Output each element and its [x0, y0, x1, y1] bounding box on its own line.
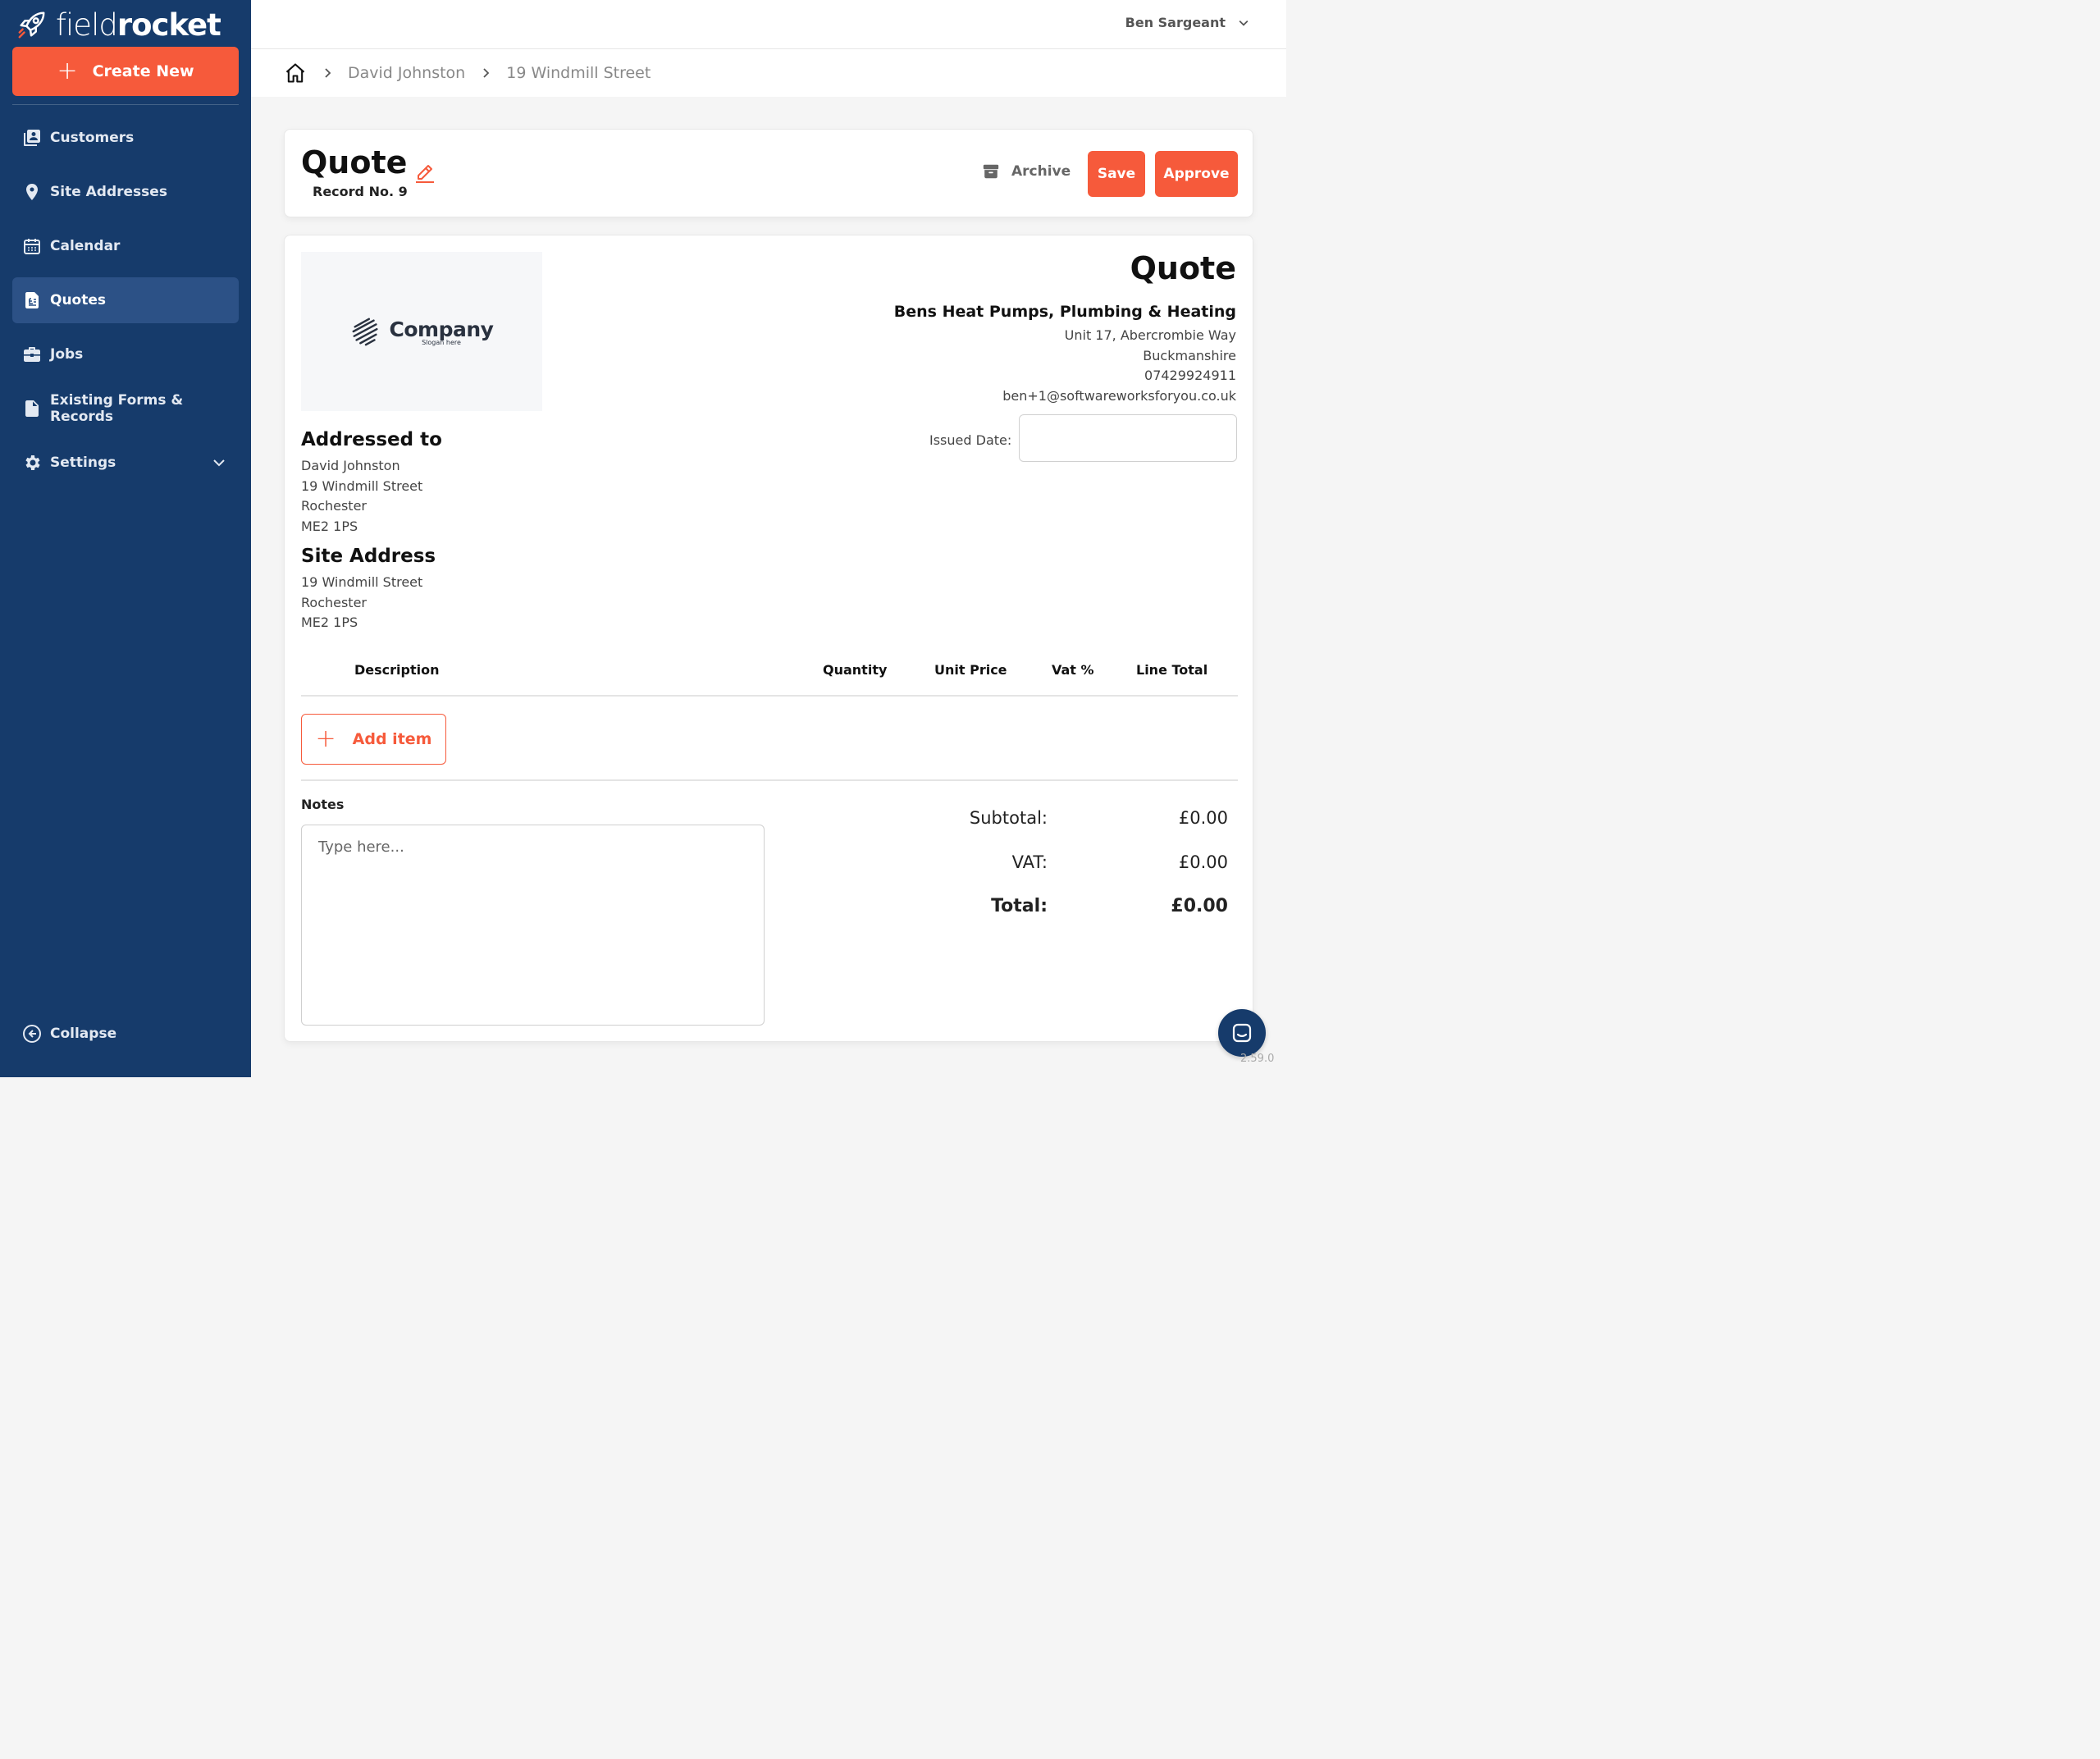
quote-document-card: Company Slogan here Quote Bens Heat Pump…	[284, 235, 1253, 1042]
business-county: Buckmanshire	[1143, 347, 1236, 363]
plus-icon: +	[315, 724, 336, 753]
sidebar-item-label: Existing Forms & Records	[50, 392, 184, 425]
sidebar-item-label: Settings	[50, 455, 116, 471]
site-address-line: 19 Windmill Street	[301, 574, 423, 590]
archive-label: Archive	[1011, 163, 1071, 180]
sidebar-item-label: Customers	[50, 130, 135, 146]
quote-document-icon	[25, 292, 39, 308]
user-menu[interactable]: Ben Sargeant	[1125, 15, 1250, 30]
brand-name: fieldrocket	[56, 7, 221, 43]
save-button[interactable]: Save	[1088, 151, 1145, 197]
plus-icon: +	[57, 57, 78, 85]
archive-button[interactable]: Archive	[982, 162, 1071, 180]
top-bar: Ben Sargeant	[251, 0, 1286, 49]
fieldrocket-logo[interactable]: fieldrocket	[16, 7, 221, 43]
addressed-to-title: Addressed to	[301, 429, 442, 450]
column-quantity: Quantity	[823, 662, 888, 678]
sidebar-item-label: Site Addresses	[50, 184, 167, 200]
breadcrumb-customer[interactable]: David Johnston	[348, 64, 465, 82]
chevron-right-icon	[325, 68, 331, 78]
subtotal-label: Subtotal:	[969, 808, 1048, 828]
divider	[301, 779, 1238, 781]
collapse-button[interactable]: Collapse	[12, 1011, 116, 1057]
company-name: Company	[389, 317, 494, 341]
create-new-button[interactable]: + Create New	[12, 47, 239, 96]
document-title: Quote	[1130, 250, 1236, 286]
column-unit-price: Unit Price	[934, 662, 1007, 678]
sidebar-divider	[12, 104, 239, 105]
addressed-to-line: Rochester	[301, 498, 367, 514]
sidebar-item-label: Calendar	[50, 238, 121, 254]
briefcase-icon	[24, 347, 40, 362]
sidebar: fieldrocket + Create New Customers Site …	[0, 0, 251, 1077]
gear-icon	[25, 455, 40, 470]
business-phone: 07429924911	[1144, 368, 1236, 383]
brand-name-light: field	[56, 7, 118, 43]
column-vat: Vat %	[1052, 662, 1094, 678]
business-email: ben+1@softwareworksforyou.co.uk	[1002, 387, 1236, 404]
quote-header-card: Quote Record No. 9 Archive Save Approve	[284, 129, 1253, 217]
company-logo[interactable]: Company Slogan here	[301, 252, 542, 411]
add-item-label: Add item	[352, 730, 432, 748]
chevron-down-icon	[1239, 20, 1249, 26]
archive-box-icon	[983, 164, 999, 179]
chat-launcher-button[interactable]	[1218, 1009, 1266, 1057]
notes-label: Notes	[301, 797, 345, 812]
sidebar-item-customers[interactable]: Customers	[12, 115, 239, 161]
addressed-to-line: 19 Windmill Street	[301, 477, 423, 494]
site-address-line: Rochester	[301, 594, 367, 610]
addressed-to-block: David Johnston 19 Windmill Street Roches…	[301, 456, 422, 537]
sidebar-item-site-addresses[interactable]: Site Addresses	[12, 169, 239, 215]
issued-date-label: Issued Date:	[929, 432, 1012, 448]
sidebar-item-label: Quotes	[50, 292, 107, 308]
rocket-icon	[18, 11, 45, 39]
notes-textarea[interactable]	[301, 825, 765, 1026]
subtotal-value: £0.00	[1178, 808, 1228, 828]
site-address-block: 19 Windmill Street Rochester ME2 1PS	[301, 573, 422, 633]
column-line-total: Line Total	[1136, 662, 1208, 678]
sidebar-item-label: Jobs	[50, 346, 84, 363]
chat-icon	[1232, 1023, 1252, 1043]
record-number: Record No. 9	[313, 184, 408, 199]
total-value: £0.00	[1171, 896, 1228, 916]
sidebar-item-jobs[interactable]: Jobs	[12, 331, 239, 377]
approve-button[interactable]: Approve	[1155, 151, 1238, 197]
line-items-header: Description Quantity Unit Price Vat % Li…	[301, 649, 1238, 697]
addressed-to-line: ME2 1PS	[301, 518, 358, 534]
calendar-icon	[24, 239, 40, 254]
collapse-arrow-icon	[23, 1025, 41, 1043]
site-address-line: ME2 1PS	[301, 615, 358, 630]
home-icon[interactable]	[284, 62, 307, 85]
vat-label: VAT:	[1011, 852, 1048, 872]
app-version: 2.59.0	[1240, 1053, 1275, 1065]
addressed-to-line: David Johnston	[301, 458, 400, 473]
breadcrumb-site[interactable]: 19 Windmill Street	[506, 64, 651, 82]
customers-icon	[24, 130, 40, 146]
sidebar-item-calendar[interactable]: Calendar	[12, 223, 239, 269]
brand-name-bold: rocket	[116, 7, 221, 43]
collapse-label: Collapse	[50, 1026, 117, 1042]
chevron-right-icon	[483, 68, 490, 78]
business-address-line: Unit 17, Abercrombie Way	[1064, 327, 1236, 343]
sidebar-item-quotes[interactable]: Quotes	[12, 277, 239, 323]
business-name: Bens Heat Pumps, Plumbing & Heating	[893, 303, 1236, 321]
breadcrumb: David Johnston 19 Windmill Street	[251, 49, 1286, 97]
vat-value: £0.00	[1178, 852, 1228, 872]
sidebar-item-existing-forms[interactable]: Existing Forms & Records	[12, 386, 239, 432]
business-details: Bens Heat Pumps, Plumbing & Heating Unit…	[894, 303, 1236, 406]
site-address-title: Site Address	[301, 546, 436, 567]
sidebar-item-settings[interactable]: Settings	[12, 440, 239, 486]
company-logo-mark-icon	[352, 318, 378, 346]
issued-date-input[interactable]	[1019, 414, 1237, 462]
total-label: Total:	[991, 896, 1048, 916]
user-name: Ben Sargeant	[1125, 15, 1226, 30]
column-description: Description	[354, 662, 440, 678]
location-pin-icon	[26, 184, 38, 200]
page-title: Quote	[301, 144, 408, 180]
create-new-label: Create New	[92, 62, 194, 80]
add-item-button[interactable]: + Add item	[301, 714, 446, 765]
file-icon	[25, 400, 39, 417]
chevron-down-icon	[213, 459, 225, 467]
edit-pencil-icon[interactable]	[414, 161, 436, 184]
